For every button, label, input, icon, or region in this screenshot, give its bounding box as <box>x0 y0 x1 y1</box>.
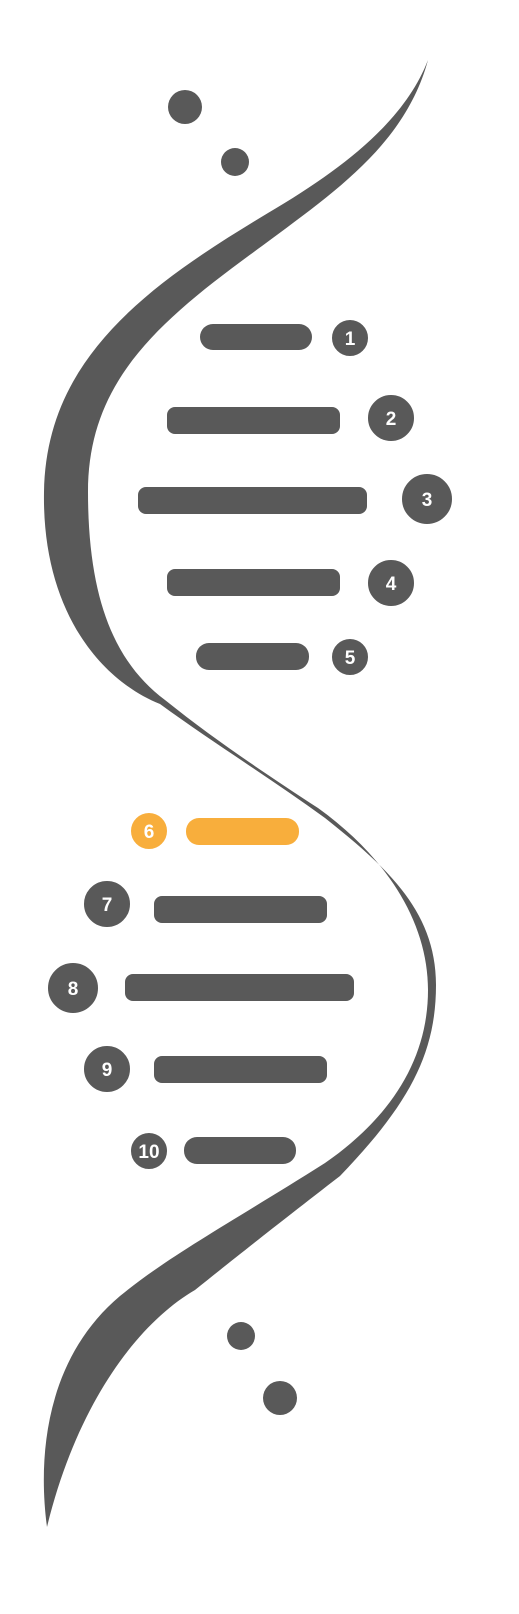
base-pair-bar <box>184 1137 296 1164</box>
dna-helix-diagram: 1 2 3 4 5 6 7 8 9 10 <box>43 60 454 1527</box>
step-number-label: 3 <box>422 490 433 511</box>
step-10: 10 <box>129 1131 296 1171</box>
helix-strands <box>43 60 436 1527</box>
step-6: 6 <box>129 811 299 851</box>
step-4: 4 <box>167 558 416 608</box>
step-number-label: 10 <box>138 1142 159 1163</box>
base-pair-bar <box>138 487 367 514</box>
base-pair-steps: 1 2 3 4 5 6 7 8 9 10 <box>46 318 454 1171</box>
base-pair-bar <box>186 818 299 845</box>
base-pair-bar <box>196 643 309 670</box>
base-pair-bar <box>125 974 354 1001</box>
base-pair-bar <box>167 569 340 596</box>
step-number-label: 1 <box>345 329 356 350</box>
dna-infographic: 1 2 3 4 5 6 7 8 9 10 <box>0 0 519 1609</box>
base-pair-bar <box>167 407 340 434</box>
step-7: 7 <box>82 879 327 929</box>
step-number-label: 2 <box>386 409 397 430</box>
helix-strand-upper <box>43 60 436 1527</box>
decorative-dot <box>227 1322 255 1350</box>
step-number-label: 5 <box>345 648 356 669</box>
step-9: 9 <box>82 1044 327 1094</box>
step-number-label: 7 <box>102 895 113 916</box>
step-3: 3 <box>138 472 454 526</box>
step-5: 5 <box>196 637 370 677</box>
step-1: 1 <box>200 318 370 358</box>
decorative-dot <box>168 90 202 124</box>
step-number-label: 4 <box>386 574 397 595</box>
base-pair-bar <box>200 324 312 350</box>
step-number-label: 9 <box>102 1060 113 1081</box>
base-pair-bar <box>154 1056 327 1083</box>
step-number-label: 8 <box>68 979 79 1000</box>
step-2: 2 <box>167 393 416 443</box>
base-pair-bar <box>154 896 327 923</box>
decorative-dot <box>221 148 249 176</box>
decorative-dot <box>263 1381 297 1415</box>
step-number-label: 6 <box>144 822 155 843</box>
step-8: 8 <box>46 961 354 1015</box>
